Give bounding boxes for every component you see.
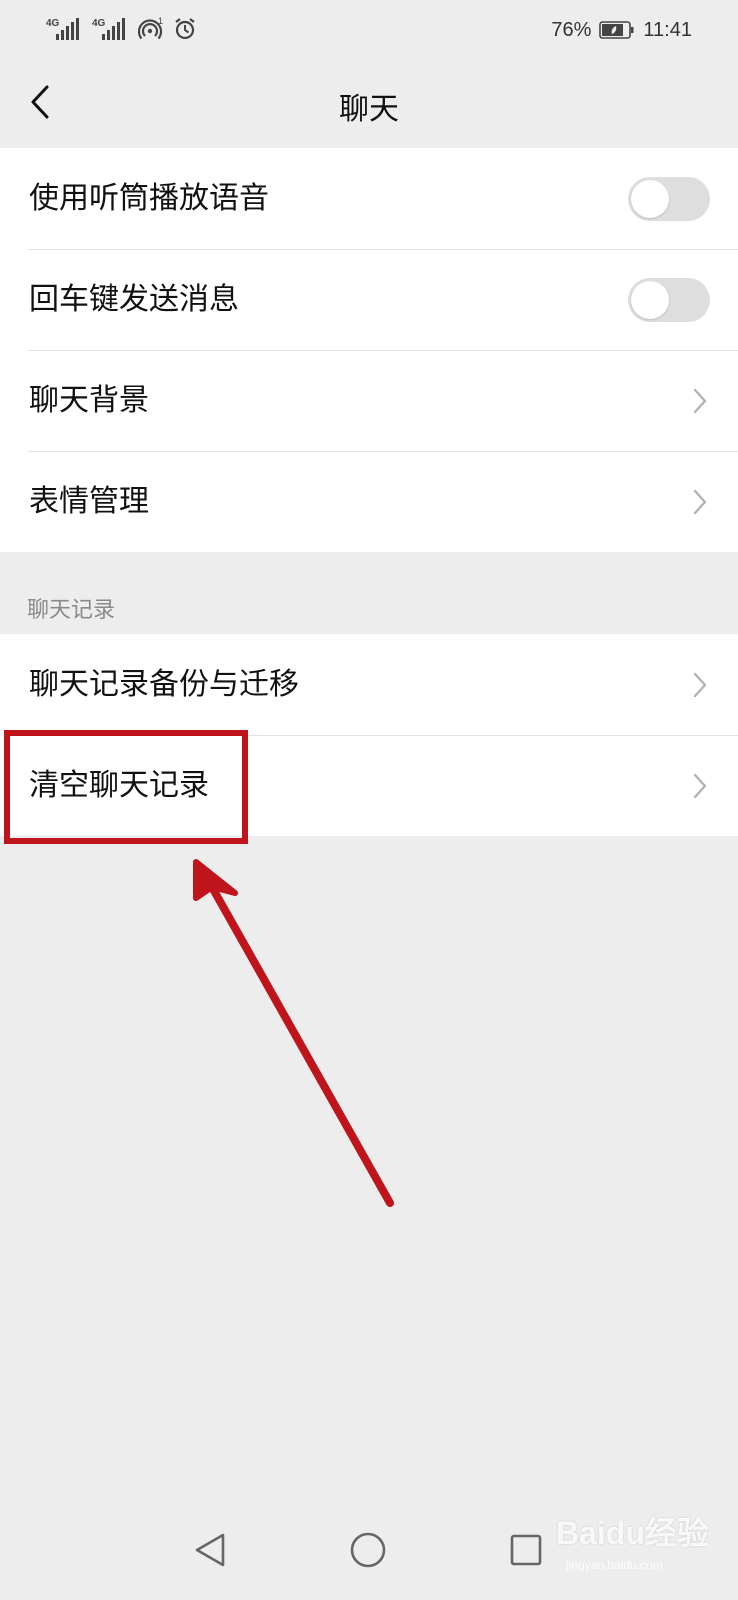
settings-group-chat-history: 聊天记录备份与迁移 清空聊天记录 <box>0 634 738 836</box>
page-title: 聊天 <box>339 92 399 127</box>
recent-square-icon <box>510 1534 542 1566</box>
setting-row-earpiece-playback[interactable]: 使用听筒播放语音 <box>0 148 738 249</box>
setting-row-enter-to-send[interactable]: 回车键发送消息 <box>0 249 738 350</box>
setting-label: 聊天背景 <box>29 383 149 418</box>
status-bar: 4G 4G 1 76% 11:41 <box>0 0 738 60</box>
battery-percent: 76% <box>551 18 592 41</box>
watermark-url: jingyan.baidu.com <box>566 1558 663 1572</box>
earpiece-toggle[interactable] <box>628 177 710 221</box>
title-bar: 聊天 <box>0 60 738 148</box>
signal-2-icon: 4G <box>92 16 130 42</box>
section-title-chat-history: 聊天记录 <box>27 598 116 623</box>
chevron-right-icon <box>693 489 707 515</box>
setting-label: 聊天记录备份与迁移 <box>29 667 299 702</box>
enter-send-toggle[interactable] <box>628 278 710 322</box>
signal-1-icon: 4G <box>46 16 84 42</box>
setting-label: 表情管理 <box>29 484 149 519</box>
nav-recent-button[interactable] <box>496 1520 556 1580</box>
nav-back-button[interactable] <box>180 1520 240 1580</box>
chevron-right-icon <box>693 672 707 698</box>
settings-group-general: 使用听筒播放语音 回车键发送消息 聊天背景 表情管理 <box>0 148 738 552</box>
home-circle-icon <box>350 1532 386 1568</box>
setting-label: 使用听筒播放语音 <box>29 181 269 216</box>
setting-label: 清空聊天记录 <box>29 768 209 803</box>
hotspot-icon: 1 <box>138 16 163 40</box>
back-triangle-icon <box>195 1533 225 1567</box>
setting-row-backup-migrate[interactable]: 聊天记录备份与迁移 <box>0 634 738 735</box>
status-right: 76% 11:41 <box>551 14 692 46</box>
watermark-brand: Baidu经验 <box>556 1515 709 1551</box>
toggle-knob <box>631 180 669 218</box>
setting-row-sticker-management[interactable]: 表情管理 <box>0 451 738 552</box>
chevron-right-icon <box>693 388 707 414</box>
nav-home-button[interactable] <box>338 1520 398 1580</box>
toggle-knob <box>631 281 669 319</box>
status-left: 4G 4G 1 <box>46 14 198 44</box>
clock-time: 11:41 <box>643 18 692 41</box>
setting-label: 回车键发送消息 <box>29 282 239 317</box>
battery-icon <box>599 21 634 39</box>
setting-row-clear-chat-history[interactable]: 清空聊天记录 <box>0 735 738 836</box>
watermark: Baidu经验 jingyan.baidu.com <box>556 1508 726 1588</box>
hotspot-count: 1 <box>158 16 163 26</box>
alarm-icon <box>175 18 195 40</box>
setting-row-chat-background[interactable]: 聊天背景 <box>0 350 738 451</box>
chevron-right-icon <box>693 773 707 799</box>
